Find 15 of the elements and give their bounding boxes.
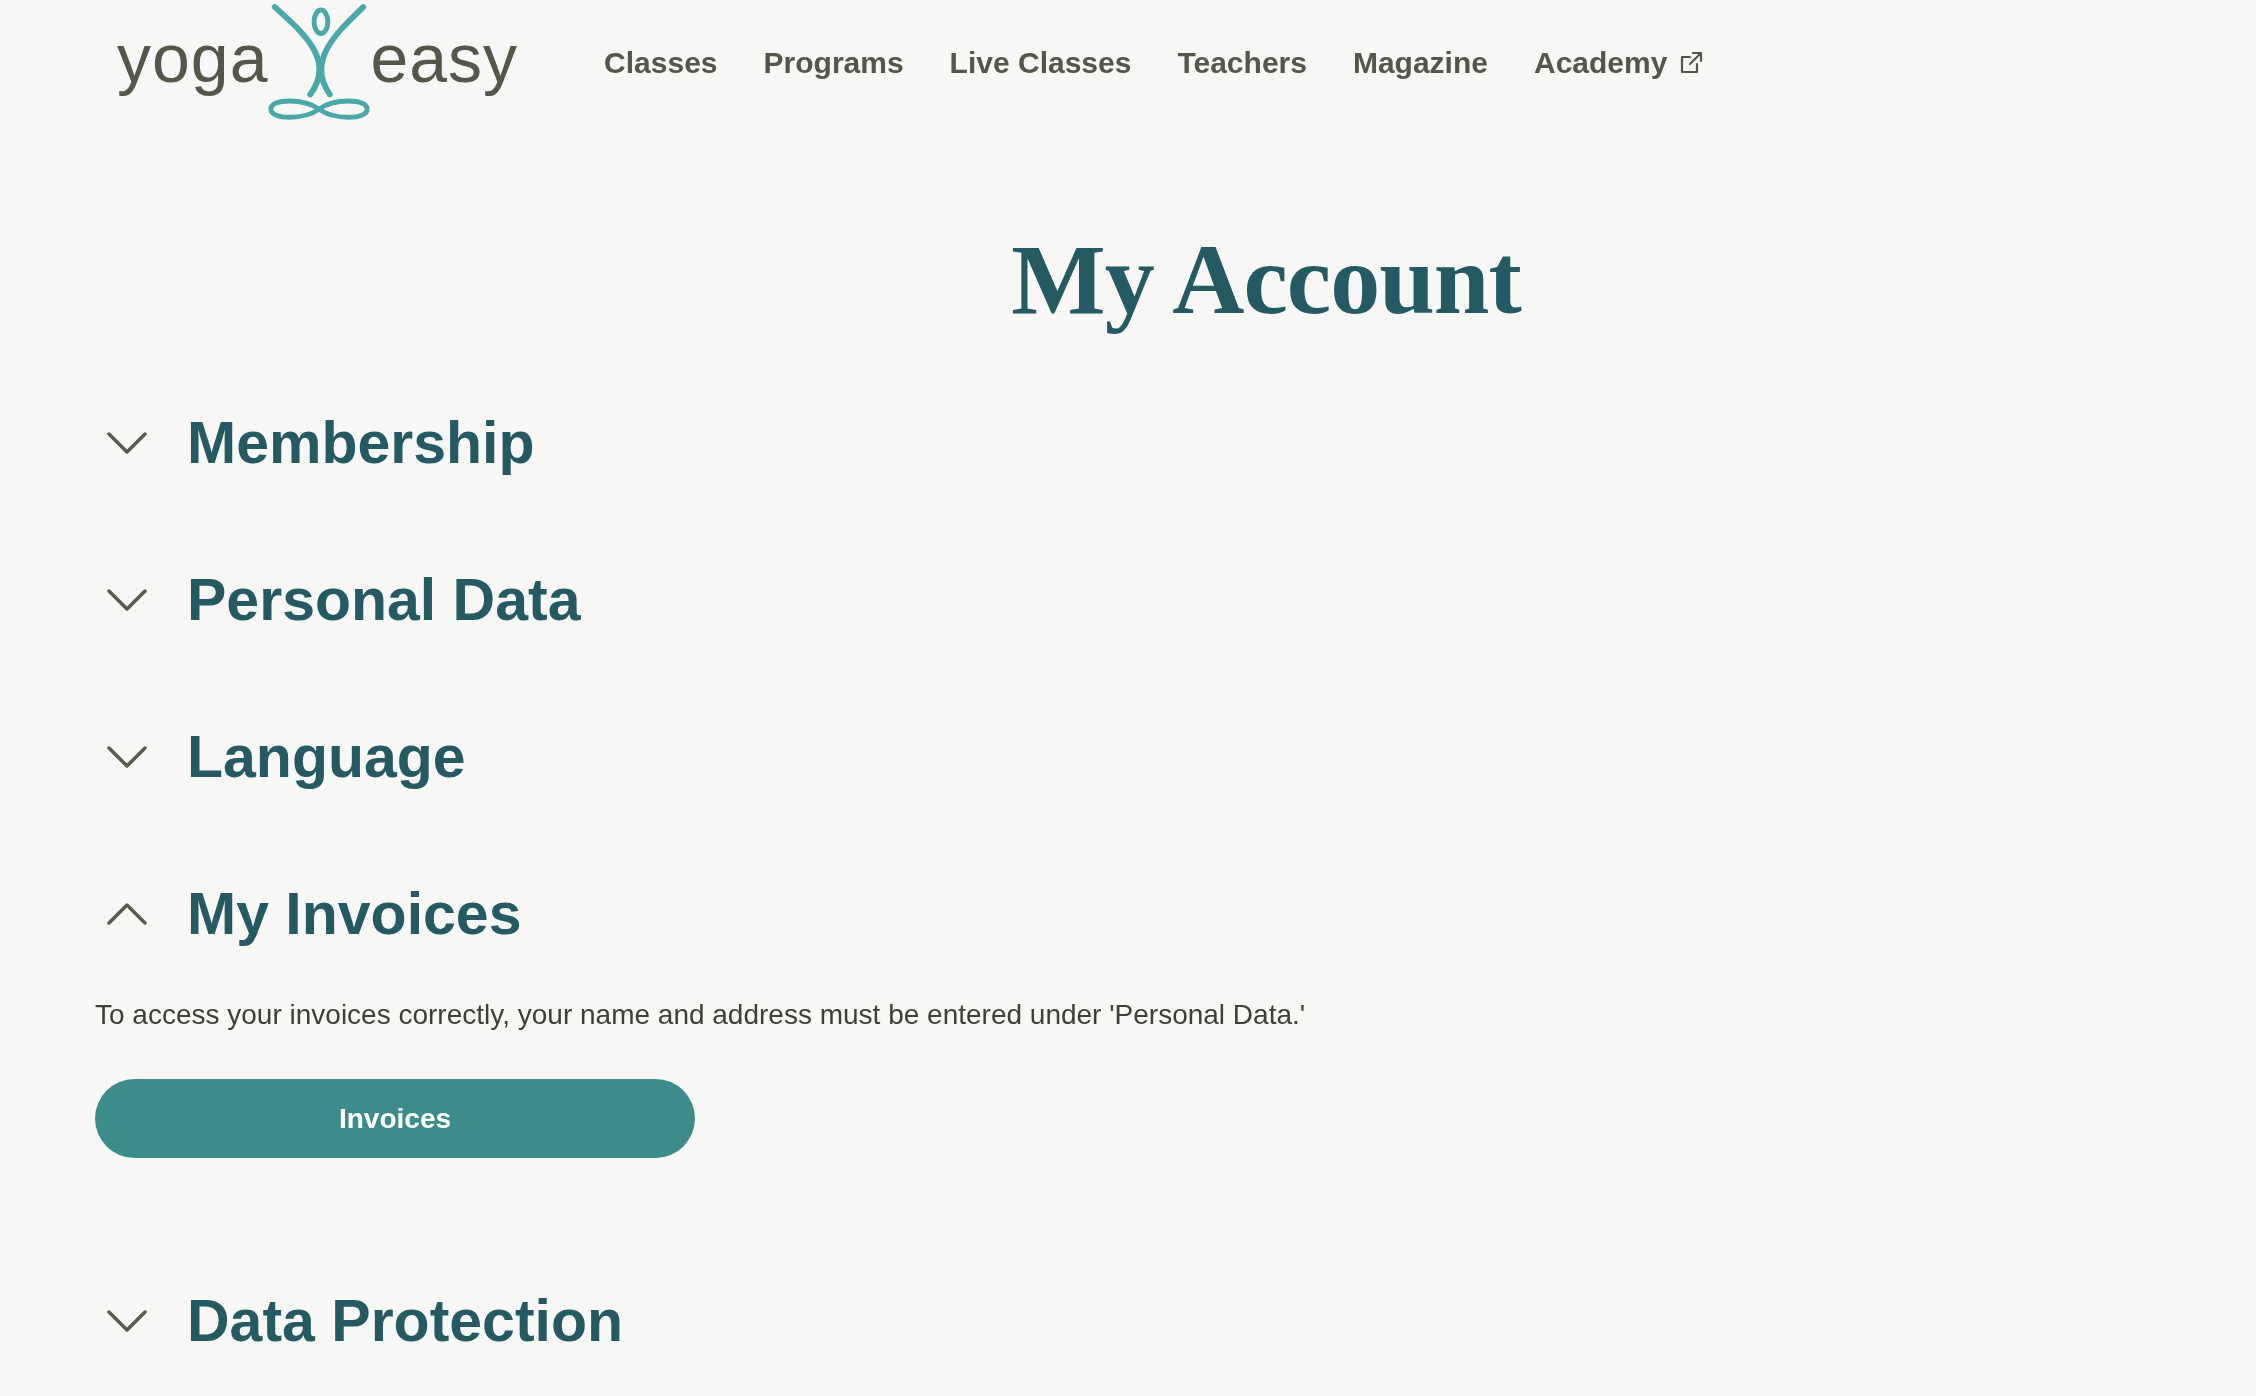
accordion-header[interactable]: Membership (107, 403, 535, 483)
invoices-button[interactable]: Invoices (95, 1079, 695, 1158)
accordion-header[interactable]: Language (107, 717, 466, 797)
logo-link[interactable]: yoga easy (117, 1, 519, 124)
nav-link[interactable]: Academy (1533, 40, 1704, 85)
nav-link[interactable]: Magazine (1352, 40, 1488, 85)
info-text: To access your invoices correctly, your name and address must be entered under 'Personal Data.' (95, 998, 1306, 1032)
page-title: My Account (1011, 223, 1521, 337)
accordion-header[interactable]: Personal Data (107, 560, 581, 640)
nav-link[interactable]: Programs (763, 40, 904, 85)
accordion-header[interactable]: My Invoices (107, 874, 522, 954)
nav-link[interactable]: Teachers (1177, 40, 1307, 85)
accordion-header[interactable]: Data Protection (107, 1281, 624, 1361)
nav-link[interactable]: Classes (604, 40, 718, 85)
nav-link[interactable]: Live Classes (949, 40, 1132, 85)
